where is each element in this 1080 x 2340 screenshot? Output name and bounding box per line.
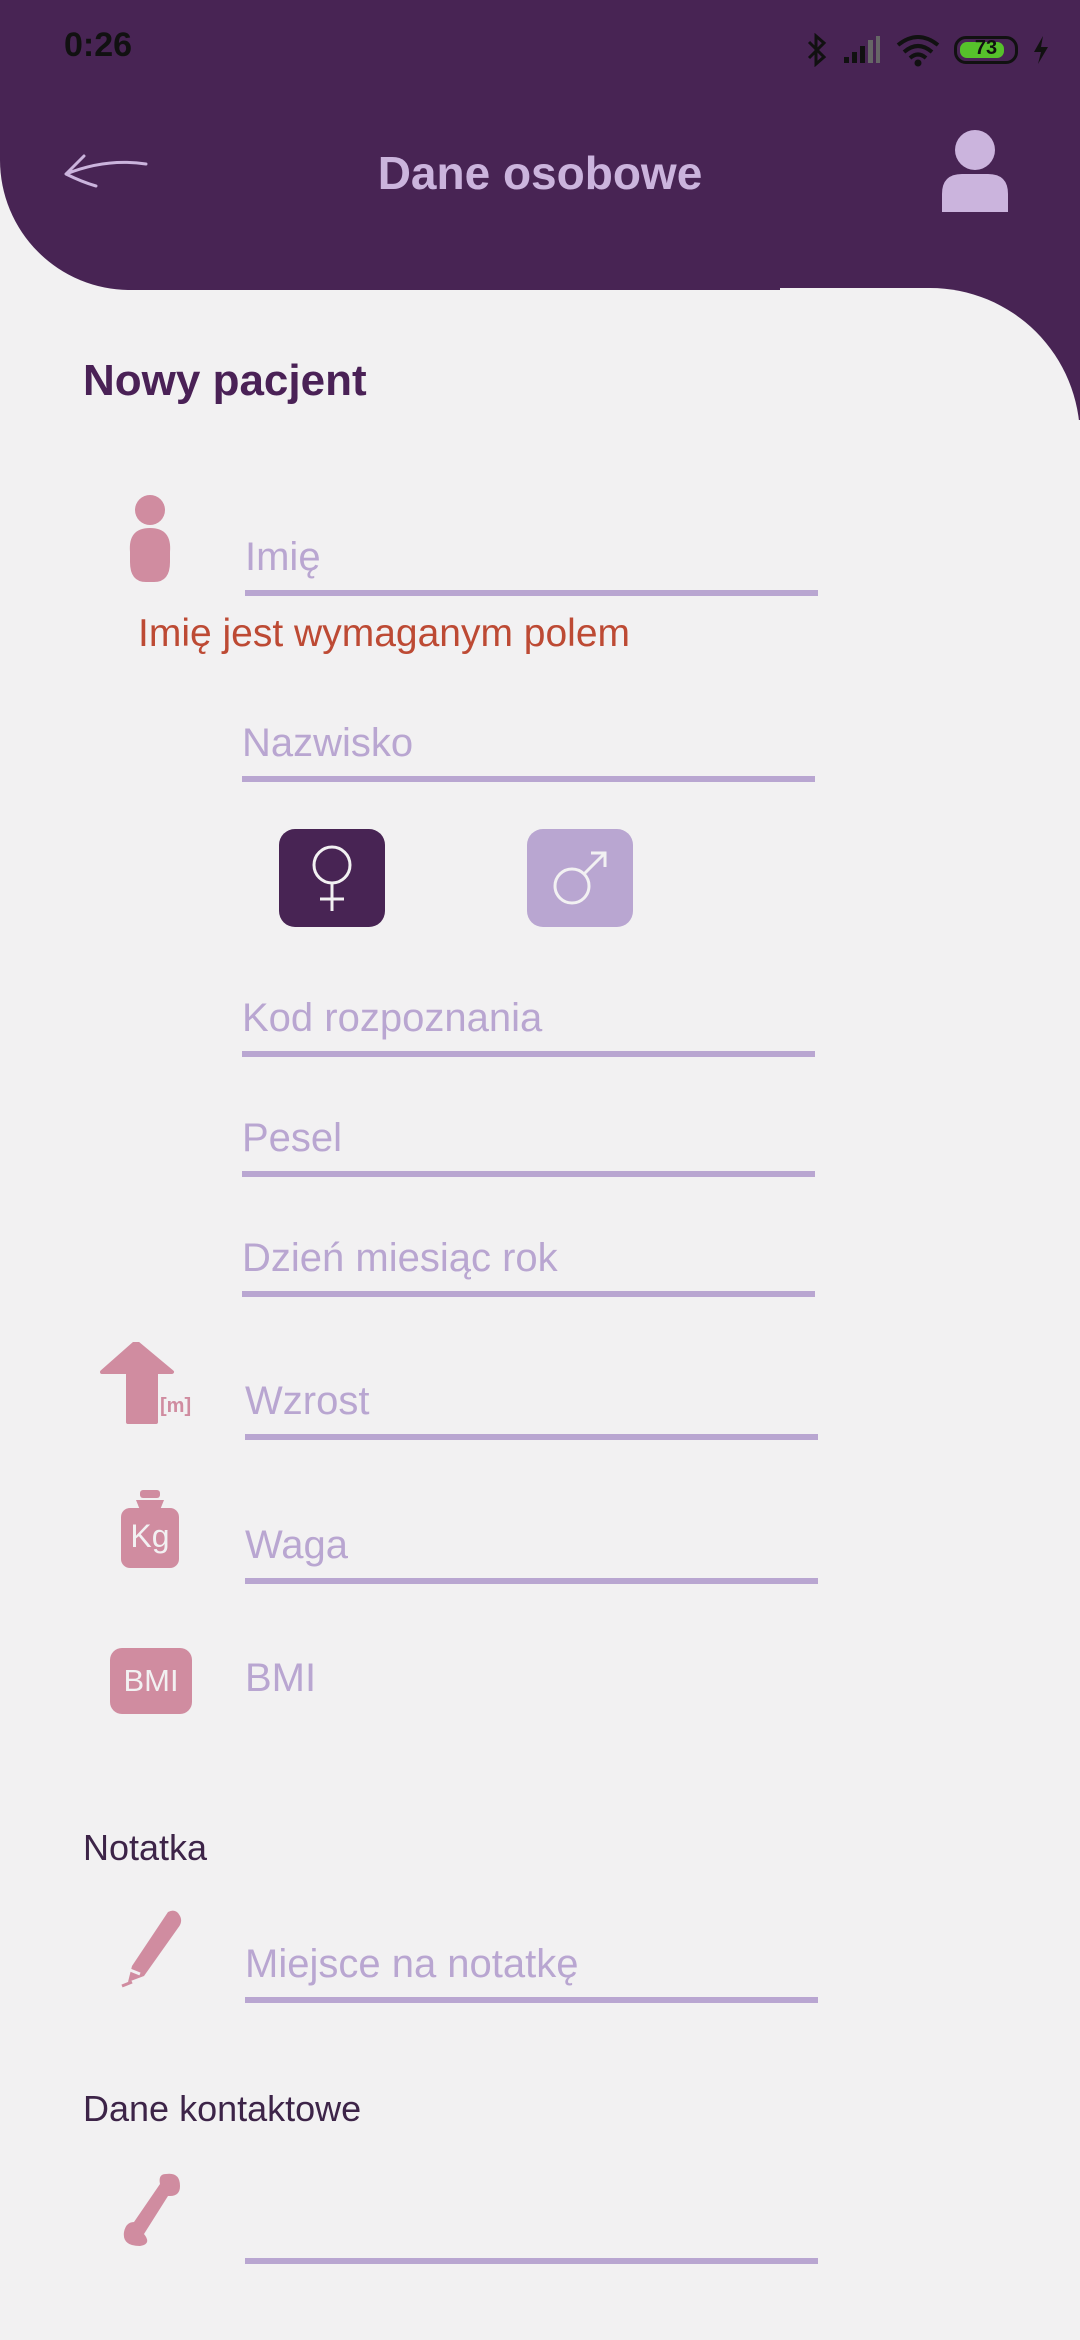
- bluetooth-icon: [807, 33, 827, 67]
- signal-icon: [844, 36, 880, 63]
- last-name-placeholder: Nazwisko: [242, 721, 414, 765]
- height-field[interactable]: Wzrost: [245, 1374, 818, 1440]
- weight-field[interactable]: Waga: [245, 1518, 818, 1584]
- bmi-value: BMI: [245, 1656, 317, 1700]
- content-curve: [780, 288, 1080, 588]
- battery-icon: 73: [954, 36, 1018, 64]
- first-name-placeholder: Imię: [245, 535, 321, 579]
- male-symbol-icon: [553, 851, 607, 905]
- status-icons: 73: [806, 30, 1050, 70]
- battery-level: 73: [974, 37, 998, 59]
- birth-date-field[interactable]: Dzień miesiąc rok: [242, 1231, 815, 1297]
- person-icon: [129, 495, 171, 582]
- diagnosis-code-field[interactable]: Kod rozpoznania: [242, 991, 815, 1057]
- contact-field[interactable]: [245, 2198, 818, 2264]
- first-name-field[interactable]: Imię: [245, 530, 818, 596]
- female-button[interactable]: [279, 829, 385, 927]
- last-name-field[interactable]: Nazwisko: [242, 716, 815, 782]
- form-heading: Nowy pacjent: [83, 356, 367, 405]
- bmi-badge: BMI: [110, 1648, 192, 1714]
- wifi-icon: [896, 35, 940, 67]
- profile-button[interactable]: [940, 128, 1010, 214]
- height-placeholder: Wzrost: [245, 1379, 370, 1423]
- height-unit-label: [m]: [160, 1395, 192, 1417]
- female-symbol-icon: [312, 845, 352, 911]
- pesel-placeholder: Pesel: [242, 1116, 343, 1160]
- first-name-error: Imię jest wymaganym polem: [138, 612, 630, 655]
- phone-icon: [123, 2173, 180, 2246]
- birth-date-placeholder: Dzień miesiąc rok: [242, 1236, 558, 1280]
- pencil-icon: [121, 1910, 182, 1988]
- user-icon: [942, 130, 1008, 212]
- status-time: 0:26: [64, 26, 133, 64]
- weight-placeholder: Waga: [245, 1523, 349, 1567]
- weight-unit-label: Kg: [130, 1518, 170, 1554]
- page-title: Dane osobowe: [377, 147, 703, 199]
- diagnosis-code-placeholder: Kod rozpoznania: [242, 996, 543, 1040]
- note-label: Notatka: [83, 1827, 208, 1868]
- note-field[interactable]: Miejsce na notatkę: [245, 1937, 818, 2003]
- note-placeholder: Miejsce na notatkę: [245, 1942, 579, 1986]
- charging-icon: [1034, 36, 1048, 64]
- pesel-field[interactable]: Pesel: [242, 1111, 815, 1177]
- male-button[interactable]: [527, 829, 633, 927]
- contact-label: Dane kontaktowe: [83, 2088, 362, 2129]
